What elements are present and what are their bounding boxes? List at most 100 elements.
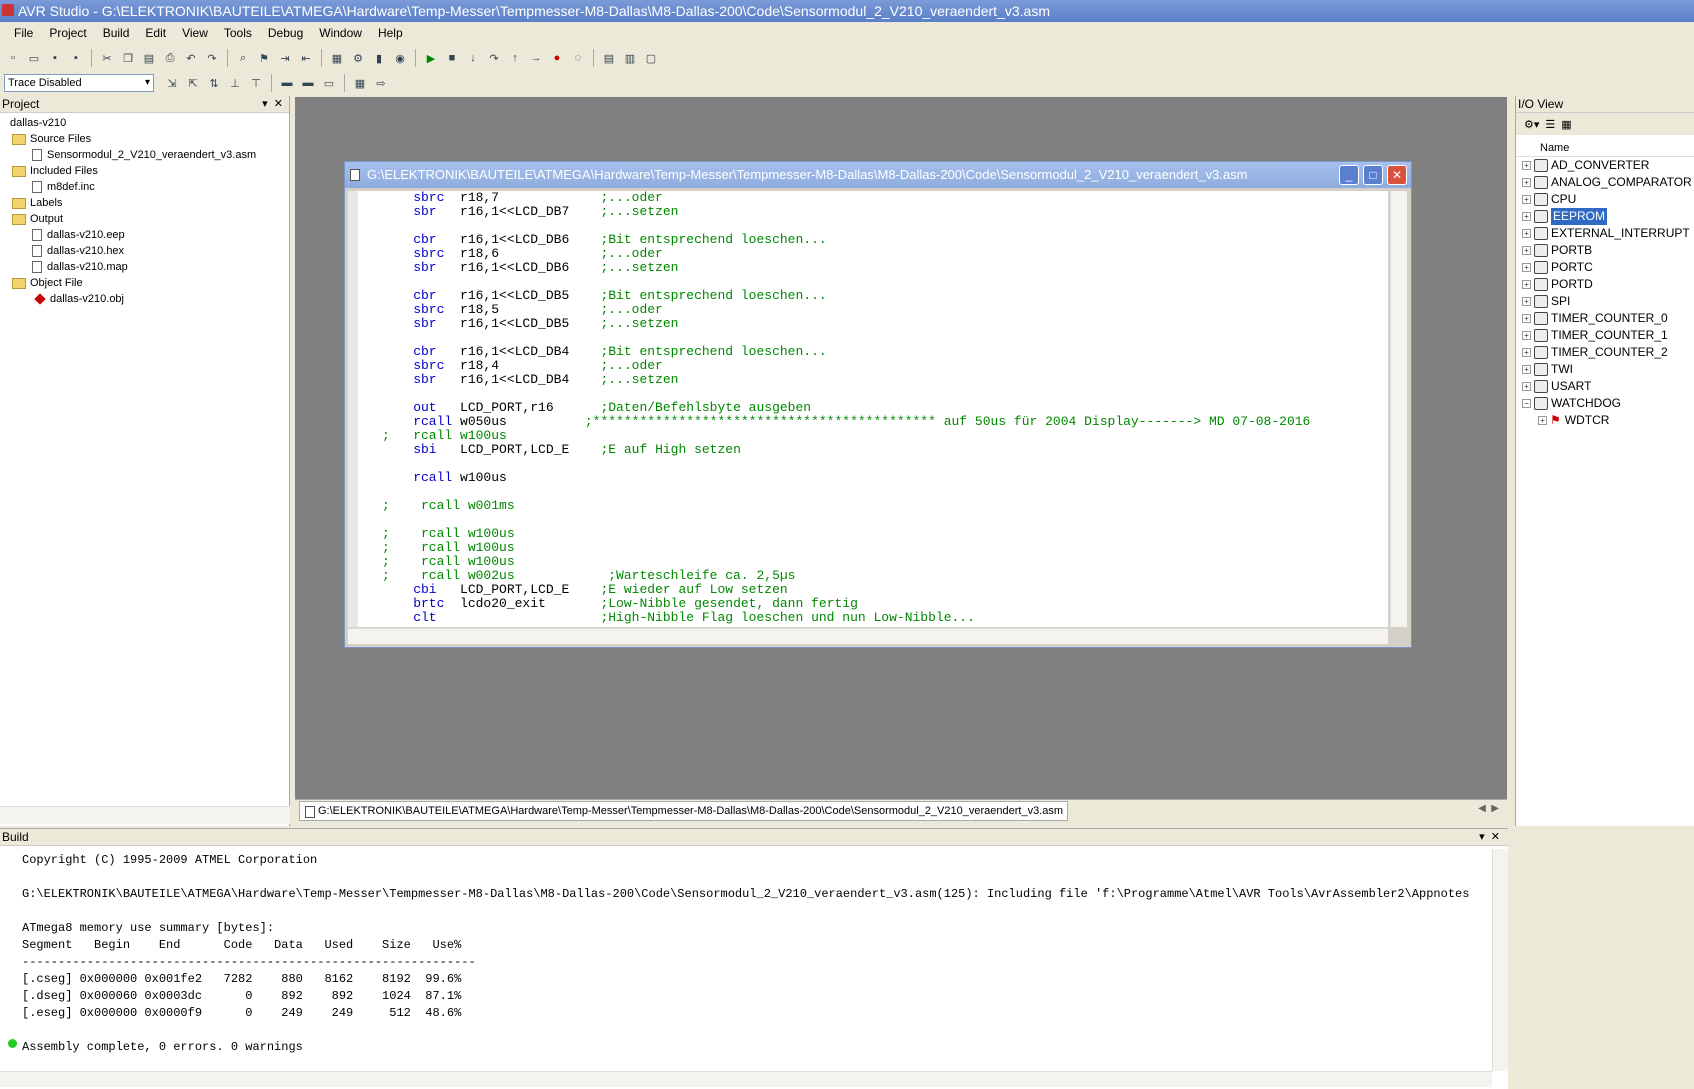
- copy-icon[interactable]: ❐: [119, 49, 137, 67]
- run-icon[interactable]: ▶: [422, 49, 440, 67]
- io-item[interactable]: − WATCHDOG: [1516, 395, 1694, 412]
- menu-debug[interactable]: Debug: [260, 26, 311, 40]
- document-tab[interactable]: G:\ELEKTRONIK\BAUTEILE\ATMEGA\Hardware\T…: [299, 801, 1069, 821]
- menu-project[interactable]: Project: [41, 26, 94, 40]
- compile-icon[interactable]: ⚙: [349, 49, 367, 67]
- chip-icon[interactable]: ▮: [370, 49, 388, 67]
- project-hscrollbar[interactable]: [0, 806, 290, 824]
- expand-icon[interactable]: +: [1522, 161, 1531, 170]
- io-item[interactable]: + TIMER_COUNTER_1: [1516, 327, 1694, 344]
- io-item[interactable]: + USART: [1516, 378, 1694, 395]
- code-editor[interactable]: sbrc r18,7 ;...oder sbr r16,1<<LCD_DB7 ;…: [348, 191, 1388, 627]
- expand-icon[interactable]: +: [1522, 314, 1531, 323]
- expand-icon[interactable]: +: [1522, 229, 1531, 238]
- breakpoint-icon[interactable]: ●: [548, 49, 566, 67]
- expand-icon[interactable]: +: [1522, 365, 1531, 374]
- tree-source-files[interactable]: Source Files: [0, 131, 289, 147]
- trace-icon-3[interactable]: ⇅: [205, 74, 223, 92]
- io-filter-icon[interactable]: ⚙▾: [1524, 118, 1539, 131]
- expand-icon[interactable]: +: [1522, 297, 1531, 306]
- tree-object-file[interactable]: Object File: [0, 275, 289, 291]
- tree-output-hex[interactable]: dallas-v210.hex: [0, 243, 289, 259]
- tree-included-files[interactable]: Included Files: [0, 163, 289, 179]
- menu-window[interactable]: Window: [311, 26, 370, 40]
- outdent-icon[interactable]: ⇤: [297, 49, 315, 67]
- build-panel-close-icon[interactable]: ▾ ✕: [1479, 829, 1500, 846]
- close-button[interactable]: ✕: [1387, 165, 1407, 185]
- export-icon[interactable]: ⇨: [372, 74, 390, 92]
- menu-file[interactable]: File: [6, 26, 41, 40]
- tree-source-file[interactable]: Sensormodul_2_V210_veraendert_v3.asm: [0, 147, 289, 163]
- io-item[interactable]: + EXTERNAL_INTERRUPT: [1516, 225, 1694, 242]
- find-icon[interactable]: ⌕: [234, 49, 252, 67]
- tree-object-obj[interactable]: dallas-v210.obj: [0, 291, 289, 307]
- build-vscrollbar[interactable]: [1492, 849, 1508, 1071]
- indent-icon[interactable]: ⇥: [276, 49, 294, 67]
- print-icon[interactable]: ⎙: [161, 49, 179, 67]
- menu-view[interactable]: View: [174, 26, 216, 40]
- io-column-header[interactable]: Name: [1516, 139, 1694, 157]
- cut-icon[interactable]: ✂: [98, 49, 116, 67]
- trace-icon-5[interactable]: ⊤: [247, 74, 265, 92]
- grid-icon[interactable]: ▦: [351, 74, 369, 92]
- paste-icon[interactable]: ▤: [140, 49, 158, 67]
- editor-hscrollbar[interactable]: [348, 628, 1388, 644]
- expand-icon[interactable]: +: [1522, 212, 1531, 221]
- io-item[interactable]: + EEPROM: [1516, 208, 1694, 225]
- bookmark-icon[interactable]: ⚑: [255, 49, 273, 67]
- trace-icon-4[interactable]: ⊥: [226, 74, 244, 92]
- expand-icon[interactable]: +: [1522, 246, 1531, 255]
- open-icon[interactable]: ▭: [25, 49, 43, 67]
- window-icon[interactable]: ▢: [642, 49, 660, 67]
- run-to-cursor-icon[interactable]: →: [527, 49, 545, 67]
- trace-dropdown[interactable]: Trace Disabled: [4, 74, 154, 92]
- editor-vscrollbar[interactable]: [1390, 191, 1407, 627]
- menu-help[interactable]: Help: [370, 26, 411, 40]
- tree-root[interactable]: dallas-v210: [0, 115, 289, 131]
- expand-icon[interactable]: +: [1522, 263, 1531, 272]
- tab-arrows-icon[interactable]: ◀ ▶: [1478, 803, 1499, 814]
- step-into-icon[interactable]: ↓: [464, 49, 482, 67]
- io-grid-icon[interactable]: ▦: [1561, 118, 1571, 131]
- io-item[interactable]: + TIMER_COUNTER_0: [1516, 310, 1694, 327]
- expand-icon[interactable]: +: [1522, 280, 1531, 289]
- expand-icon[interactable]: +: [1522, 348, 1531, 357]
- io-item[interactable]: + ANALOG_COMPARATOR: [1516, 174, 1694, 191]
- step-out-icon[interactable]: ↑: [506, 49, 524, 67]
- maximize-button[interactable]: □: [1363, 165, 1383, 185]
- avr-button-icon[interactable]: ▬: [299, 74, 317, 92]
- expand-icon[interactable]: +: [1538, 416, 1547, 425]
- con-icon[interactable]: ◉: [391, 49, 409, 67]
- menu-tools[interactable]: Tools: [216, 26, 260, 40]
- redo-icon[interactable]: ↷: [203, 49, 221, 67]
- io-item[interactable]: + PORTD: [1516, 276, 1694, 293]
- expand-icon[interactable]: +: [1522, 331, 1531, 340]
- menu-edit[interactable]: Edit: [137, 26, 174, 40]
- build-hscrollbar[interactable]: [0, 1071, 1492, 1087]
- io-item[interactable]: + TIMER_COUNTER_2: [1516, 344, 1694, 361]
- panel-close-icon[interactable]: ▾ ✕: [262, 96, 283, 113]
- expand-icon[interactable]: +: [1522, 178, 1531, 187]
- register-icon[interactable]: ▥: [621, 49, 639, 67]
- io-item[interactable]: + SPI: [1516, 293, 1694, 310]
- watch-icon[interactable]: ◌: [569, 49, 587, 67]
- io-list-icon[interactable]: ☰: [1545, 118, 1555, 131]
- build-icon[interactable]: ▦: [328, 49, 346, 67]
- tree-output[interactable]: Output: [0, 211, 289, 227]
- new-file-icon[interactable]: ▫: [4, 49, 22, 67]
- tree-labels[interactable]: Labels: [0, 195, 289, 211]
- io-item[interactable]: + AD_CONVERTER: [1516, 157, 1694, 174]
- editor-titlebar[interactable]: G:\ELEKTRONIK\BAUTEILE\ATMEGA\Hardware\T…: [345, 162, 1411, 188]
- stop-icon[interactable]: ■: [443, 49, 461, 67]
- tree-output-eep[interactable]: dallas-v210.eep: [0, 227, 289, 243]
- io-item[interactable]: + PORTC: [1516, 259, 1694, 276]
- save-all-icon[interactable]: ▪: [67, 49, 85, 67]
- tree-output-map[interactable]: dallas-v210.map: [0, 259, 289, 275]
- expand-icon[interactable]: +: [1522, 195, 1531, 204]
- save-icon[interactable]: ▪: [46, 49, 64, 67]
- expand-icon[interactable]: +: [1522, 382, 1531, 391]
- trace-icon-2[interactable]: ⇱: [184, 74, 202, 92]
- auto-icon[interactable]: ▭: [320, 74, 338, 92]
- io-item[interactable]: + TWI: [1516, 361, 1694, 378]
- menu-build[interactable]: Build: [95, 26, 138, 40]
